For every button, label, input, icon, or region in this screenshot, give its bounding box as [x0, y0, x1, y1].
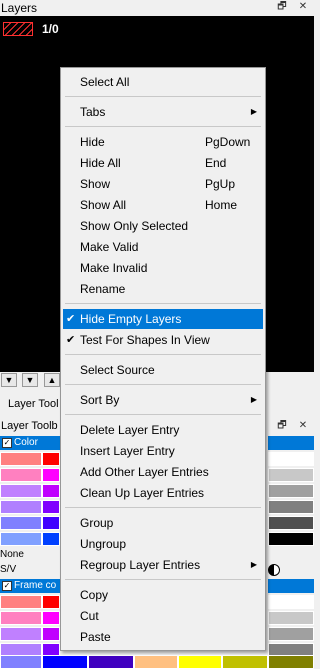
menu-item-tabs[interactable]: Tabs ▶ — [63, 102, 263, 122]
color-cell[interactable] — [0, 452, 42, 466]
menu-item-select-all[interactable]: Select All — [63, 72, 263, 92]
color-cell[interactable] — [178, 655, 222, 669]
palette-color-checkbox[interactable]: ✓ — [2, 438, 12, 448]
color-cell[interactable] — [0, 516, 42, 530]
menu-item-select-source[interactable]: Select Source — [63, 360, 263, 380]
close-icon[interactable]: ✕ — [297, 420, 309, 432]
palette-header-right — [268, 579, 314, 593]
move-up-icon[interactable]: ▲ — [44, 373, 60, 387]
color-cell[interactable] — [0, 627, 42, 641]
menu-item-group[interactable]: Group — [63, 513, 263, 533]
menu-separator — [65, 303, 261, 304]
menu-item-hide[interactable]: Hide PgDown — [63, 132, 263, 152]
color-cell[interactable] — [42, 452, 60, 466]
color-cell[interactable] — [88, 655, 134, 669]
menu-separator — [65, 354, 261, 355]
menu-item-hide-empty-layers[interactable]: ✔ Hide Empty Layers — [63, 309, 263, 329]
palette-frame-label: Frame co — [14, 580, 57, 591]
layer-count: 1/0 — [42, 22, 59, 36]
menu-item-make-valid[interactable]: Make Valid — [63, 237, 263, 257]
color-cell[interactable] — [42, 595, 60, 609]
menu-item-delete-layer-entry[interactable]: Delete Layer Entry — [63, 420, 263, 440]
palette-color-header[interactable]: ✓ Color — [0, 436, 60, 450]
menu-item-paste[interactable]: Paste — [63, 627, 263, 647]
color-cell[interactable] — [42, 627, 60, 641]
layers-context-menu: Select All Tabs ▶ Hide PgDown Hide All End … — [60, 67, 266, 651]
menu-separator — [65, 507, 261, 508]
palette-frame-header[interactable]: ✓ Frame co — [0, 579, 60, 593]
menu-item-hide-all[interactable]: Hide All End — [63, 153, 263, 173]
menu-item-show[interactable]: Show PgUp — [63, 174, 263, 194]
color-cell[interactable] — [268, 595, 314, 609]
color-cell[interactable] — [0, 611, 42, 625]
palette-color-label: Color — [14, 437, 38, 448]
panel-title: Layers — [1, 1, 38, 15]
color-cell[interactable] — [268, 516, 314, 530]
menu-item-show-only-selected[interactable]: Show Only Selected — [63, 216, 263, 236]
menu-item-show-all[interactable]: Show All Home — [63, 195, 263, 215]
color-cell[interactable] — [0, 595, 42, 609]
menu-item-test-for-shapes[interactable]: ✔ Test For Shapes In View — [63, 330, 263, 350]
restore-icon[interactable]: 🗗 — [276, 1, 288, 13]
palette-header-right — [268, 436, 314, 450]
menu-separator — [65, 579, 261, 580]
color-cell[interactable] — [42, 468, 60, 482]
color-cell[interactable] — [42, 611, 60, 625]
color-cell[interactable] — [268, 500, 314, 514]
color-cell[interactable] — [268, 468, 314, 482]
tab-layer-toolbox[interactable]: Layer Tool — [8, 398, 59, 410]
color-cell[interactable] — [42, 484, 60, 498]
menu-item-clean-up-layer-entries[interactable]: Clean Up Layer Entries — [63, 483, 263, 503]
color-cell[interactable] — [42, 500, 60, 514]
color-cell[interactable] — [0, 532, 42, 546]
submenu-arrow-icon: ▶ — [250, 395, 257, 404]
color-cell[interactable] — [268, 627, 314, 641]
move-down-icon[interactable]: ▼ — [22, 373, 38, 387]
color-cell[interactable] — [42, 532, 60, 546]
menu-item-insert-layer-entry[interactable]: Insert Layer Entry — [63, 441, 263, 461]
color-cell[interactable] — [42, 655, 88, 669]
restore-icon[interactable]: 🗗 — [276, 420, 288, 432]
menu-item-sort-by[interactable]: Sort By ▶ — [63, 390, 263, 410]
palette-frame-checkbox[interactable]: ✓ — [2, 581, 12, 591]
menu-separator — [65, 126, 261, 127]
layer-nav-toolbar: ▼ ▼ ▲ — [0, 372, 60, 388]
color-cell[interactable] — [222, 655, 268, 669]
submenu-arrow-icon: ▶ — [250, 560, 257, 569]
contrast-icon[interactable] — [268, 564, 280, 576]
sv-label: S/V — [0, 564, 17, 575]
menu-item-rename[interactable]: Rename — [63, 279, 263, 299]
color-cell[interactable] — [268, 452, 314, 466]
menu-item-cut[interactable]: Cut — [63, 606, 263, 626]
toolbox-title: Layer Toolb — [1, 420, 58, 432]
checkmark-icon: ✔ — [66, 334, 76, 346]
color-cell[interactable] — [268, 484, 314, 498]
color-cell[interactable] — [0, 500, 42, 514]
color-cell[interactable] — [268, 532, 314, 546]
checkmark-icon: ✔ — [66, 313, 76, 325]
color-cell[interactable] — [42, 516, 60, 530]
menu-separator — [65, 96, 261, 97]
color-cell[interactable] — [0, 468, 42, 482]
color-cell[interactable] — [0, 484, 42, 498]
menu-separator — [65, 384, 261, 385]
layer-pattern-swatch[interactable] — [3, 22, 33, 36]
menu-item-add-other-layer-entries[interactable]: Add Other Layer Entries — [63, 462, 263, 482]
menu-item-ungroup[interactable]: Ungroup — [63, 534, 263, 554]
move-bottom-icon[interactable]: ▼ — [1, 373, 17, 387]
close-icon[interactable]: ✕ — [297, 1, 309, 13]
menu-item-make-invalid[interactable]: Make Invalid — [63, 258, 263, 278]
menu-separator — [65, 414, 261, 415]
color-cell[interactable] — [0, 655, 42, 669]
color-cell[interactable] — [268, 611, 314, 625]
menu-item-regroup-layer-entries[interactable]: Regroup Layer Entries ▶ — [63, 555, 263, 575]
menu-item-copy[interactable]: Copy — [63, 585, 263, 605]
none-label[interactable]: None — [0, 549, 24, 560]
submenu-arrow-icon: ▶ — [250, 107, 257, 116]
layers-panel-header: Layers 🗗 ✕ — [0, 0, 314, 16]
color-cell[interactable] — [268, 655, 314, 669]
color-cell[interactable] — [134, 655, 178, 669]
